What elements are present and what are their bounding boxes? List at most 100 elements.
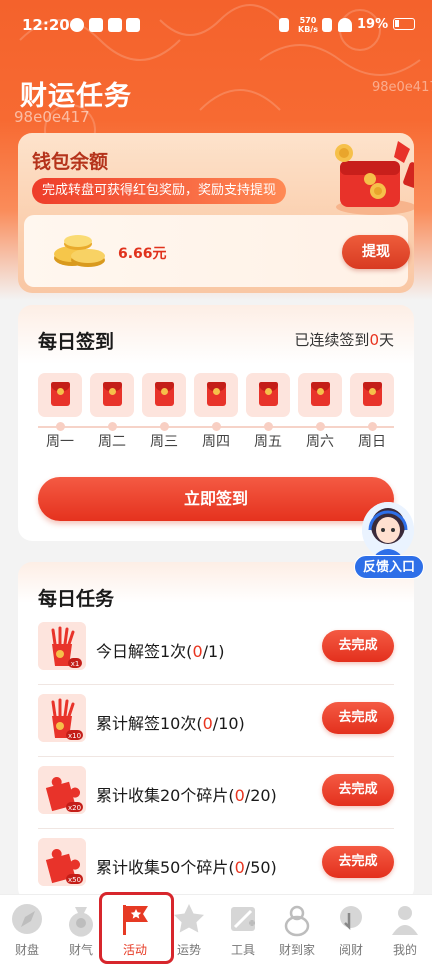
day-reward-box [38,373,82,417]
app-notification-icon [70,18,84,32]
tab-label: 财到家 [278,943,315,957]
wifi-icon [338,18,352,32]
app-notification-icon [89,18,103,32]
day-reward-box [350,373,394,417]
tab-wode[interactable]: 我的 [378,895,432,964]
task-name-text: 累计收集50个碎片( [96,858,235,877]
nfc-icon [322,18,332,32]
checkin-streak: 已连续签到0天 [294,329,394,350]
streak-prefix: 已连续签到 [294,331,370,349]
task-name: 累计收集20个碎片(0/20) [96,782,277,806]
task-complete-button[interactable]: 去完成 [322,702,394,734]
star-icon [174,904,204,933]
checkin-day[interactable]: 周五 [246,373,290,451]
feedback-label: 反馈入口 [354,555,424,579]
day-label: 周二 [98,434,126,450]
task-name-text: 累计收集20个碎片( [96,786,235,805]
wallet-balance-panel: 6.66元 提现 [24,215,410,287]
checkin-progress-dot [55,422,65,431]
day-label: 周三 [150,434,178,450]
sign-in-button[interactable]: 立即签到 [38,477,394,521]
tab-caipan[interactable]: 财盘 [0,895,54,964]
task-name: 累计收集50个碎片(0/50) [96,854,277,878]
task-total: /20) [244,786,277,805]
task-complete-button[interactable]: 去完成 [322,630,394,662]
task-progress: 0 [234,858,245,877]
puzzle-piece-icon: x20 [38,766,86,814]
task-total: /10) [212,714,245,733]
task-item: x1 今日解签1次(0/1) 去完成 [38,622,394,685]
wallet-card: 钱包余额 完成转盘可获得红包奖励，奖励支持提现 6.66元 提现 [18,133,414,293]
red-envelope-icon [207,382,226,406]
tab-label: 财盘 [14,943,39,957]
tab-caidaojia[interactable]: 财到家 [270,895,324,964]
day-reward-box [298,373,342,417]
day-label: 周五 [254,434,282,450]
checkin-title-text: 每日签到 [38,331,115,353]
red-envelope-icon [155,382,174,406]
checkin-progress-dot [263,422,273,431]
puzzle-piece-icon: x50 [38,838,86,886]
checkin-day[interactable]: 周四 [194,373,238,451]
checkin-progress-dot [315,422,325,431]
checkin-day[interactable]: 周六 [298,373,342,451]
gourd-icon [284,905,310,937]
status-time: 12:20 [22,16,70,34]
red-envelope-icon [259,382,278,406]
tab-yuecai[interactable]: 阅财 [324,895,378,964]
tab-gongju[interactable]: 工具 [216,895,270,964]
fortune-sticks-icon: x1 [38,622,86,670]
wallet-amount: 6.66元 [118,246,167,262]
task-item: x50 累计收集50个碎片(0/50) 去完成 [38,838,394,898]
red-envelope-gift-icon [335,141,414,215]
checkin-progress-dot [107,422,117,431]
red-envelope-icon [51,382,70,406]
battery-text: 19% [357,17,389,32]
withdraw-button[interactable]: 提现 [342,235,410,269]
network-speed: 570 KB/s [298,16,318,34]
bottom-tab-bar: 财盘 财气 活动 运势 工具 财到家 阅财 我的 [0,894,432,964]
red-envelope-icon [363,382,382,406]
day-label: 周四 [202,434,230,450]
gold-coins-icon [54,235,105,267]
mail-icon [108,18,122,32]
red-envelope-icon [103,382,122,406]
checkin-progress-dot [367,422,377,431]
task-progress: 0 [234,786,245,805]
checkin-day[interactable]: 周二 [90,373,134,451]
day-reward-box [142,373,186,417]
day-label: 周六 [306,434,334,450]
tasks-title-text: 每日任务 [38,588,115,610]
money-bag-icon [69,907,93,937]
tools-icon [231,907,255,931]
task-name-text: 累计解签10次( [96,714,203,733]
task-total: /50) [244,858,277,877]
day-label: 周日 [358,434,386,450]
task-complete-button[interactable]: 去完成 [322,774,394,806]
active-tab-highlight [99,892,174,964]
task-complete-button[interactable]: 去完成 [322,846,394,878]
checkin-day[interactable]: 周一 [38,373,82,451]
checkin-day[interactable]: 周三 [142,373,186,451]
divider [38,756,394,757]
checkin-progress-dot [211,422,221,431]
daily-tasks-card: 每日任务 x1 今日解签1次(0/1) 去完成 x10 累计解签10次(0/10… [18,562,414,902]
tab-label: 阅财 [338,943,363,957]
compass-icon [12,904,42,934]
svg-text:x20: x20 [68,804,81,812]
reading-icon [340,906,362,931]
task-total: /1) [202,642,225,661]
support-agent-avatar [362,502,414,558]
checkin-day[interactable]: 周日 [350,373,394,451]
task-name: 今日解签1次(0/1) [96,638,224,662]
fortune-sticks-icon: x10 [38,694,86,742]
feedback-entry[interactable]: 反馈入口 [354,502,424,580]
day-reward-box [246,373,290,417]
red-envelope-icon [311,382,330,406]
wallet-tip-badge: 完成转盘可获得红包奖励，奖励支持提现 [32,178,287,204]
watermark: 98e0e417 [372,80,432,95]
streak-days: 0 [369,331,379,349]
checkin-progress-dot [159,422,169,431]
tab-label: 工具 [230,943,255,957]
svg-text:x1: x1 [71,660,80,668]
